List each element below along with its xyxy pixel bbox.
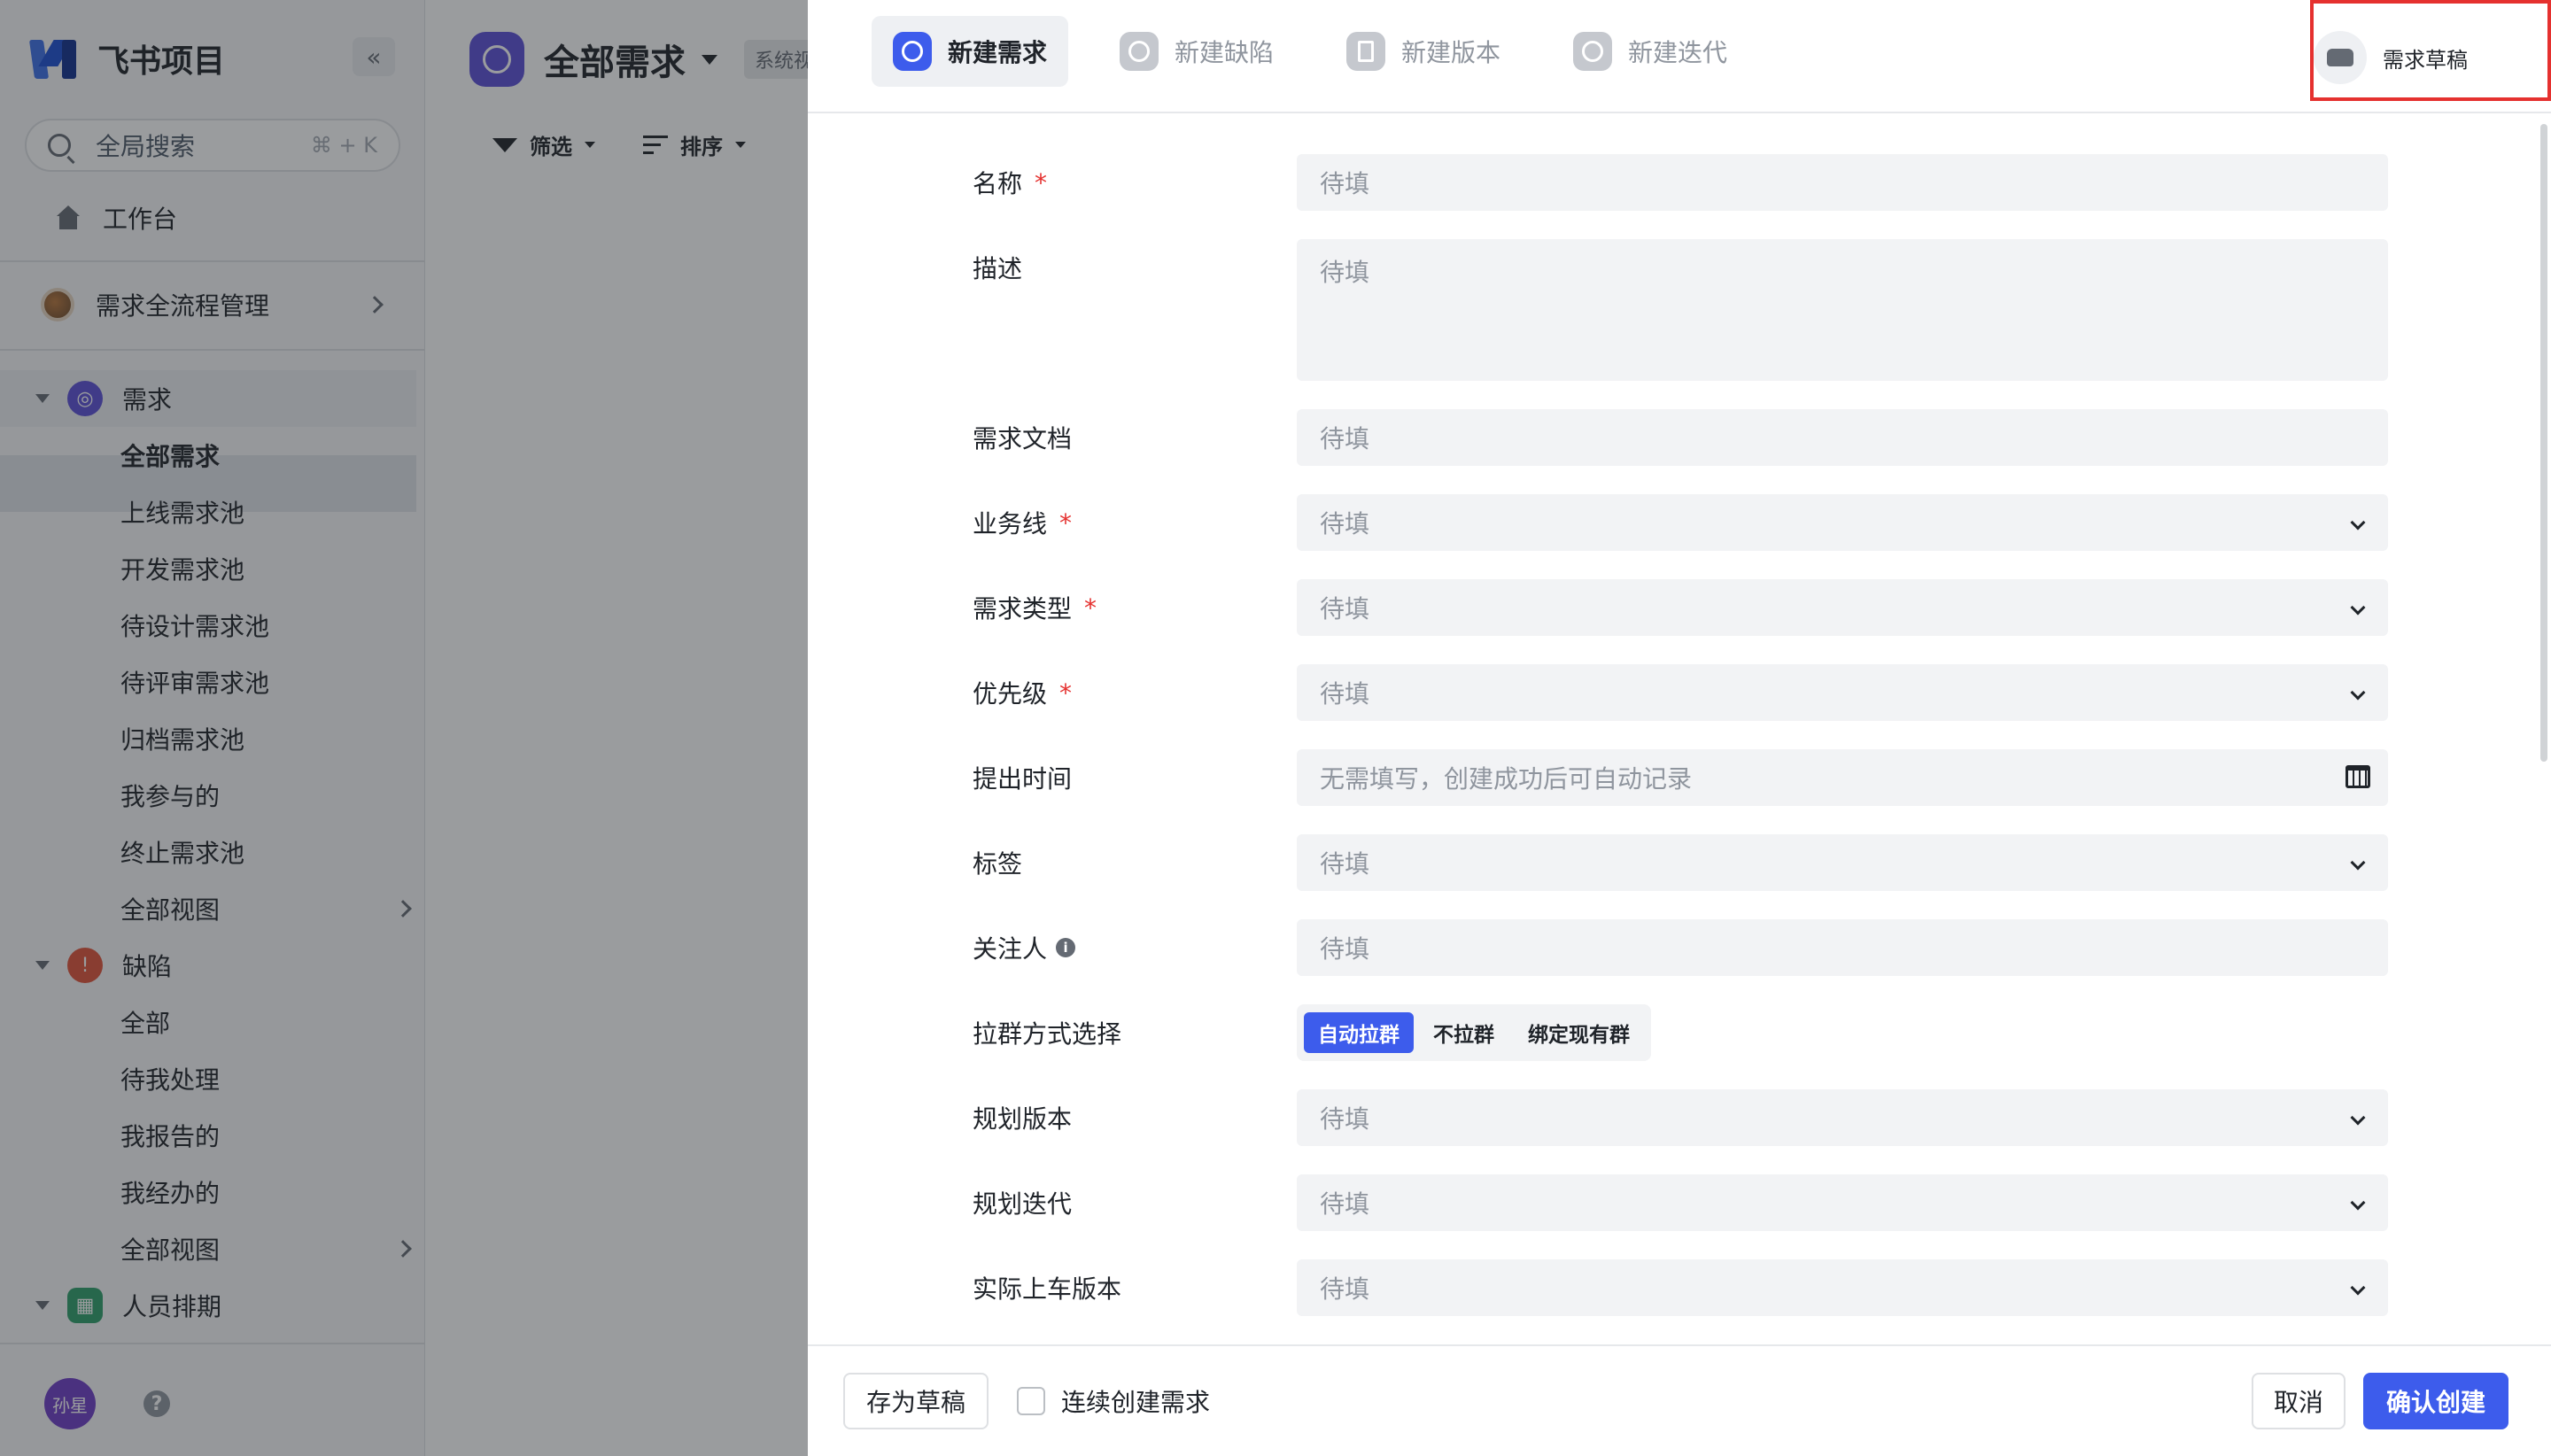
placeholder: 待填: [1320, 594, 1370, 623]
label-group-mode: 拉群方式选择: [973, 1004, 1121, 1061]
label-text: 规划版本: [973, 1104, 1073, 1134]
placeholder: 无需填写，创建成功后可自动记录: [1320, 764, 1693, 794]
placeholder: 待填: [1320, 1189, 1370, 1219]
tab-new-version[interactable]: 新建版本: [1325, 16, 1522, 87]
placeholder: 待填: [1320, 1274, 1370, 1304]
label-plan-version: 规划版本: [973, 1089, 1072, 1146]
label-text: 关注人: [973, 934, 1048, 964]
description-textarea[interactable]: 待填: [1297, 239, 2388, 381]
requirement-icon: [893, 32, 932, 71]
chevron-down-icon: [2350, 600, 2366, 616]
checkbox[interactable]: [1017, 1387, 1045, 1415]
continue-create-checkbox[interactable]: 连续创建需求: [1017, 1373, 1210, 1429]
business-line-select[interactable]: 待填: [1297, 494, 2388, 551]
actual-version-select[interactable]: 待填: [1297, 1259, 2388, 1316]
placeholder: 待填: [1320, 1104, 1370, 1134]
cancel-button[interactable]: 取消: [2252, 1373, 2346, 1429]
continue-create-label: 连续创建需求: [1061, 1388, 1211, 1417]
required-mark: *: [1084, 592, 1097, 623]
label-text: 标签: [973, 849, 1023, 879]
followers-input[interactable]: 待填: [1297, 919, 2388, 976]
tab-label: 新建缺陷: [1175, 38, 1275, 67]
version-bookmark-icon: [1346, 32, 1385, 71]
doc-input[interactable]: 待填: [1297, 409, 2388, 466]
label-doc: 需求文档: [973, 409, 1072, 466]
defect-icon: [1120, 32, 1159, 71]
save-draft-button[interactable]: 存为草稿: [843, 1373, 989, 1429]
create-drawer: 新建需求 新建缺陷 新建版本 新建迭代 需求草稿 名称 * 待填 描述 待填 需…: [808, 0, 2551, 1456]
label-business-line: 业务线 *: [973, 494, 1072, 551]
chevron-down-icon: [2350, 685, 2366, 701]
placeholder: 待填: [1320, 509, 1370, 538]
label-priority: 优先级 *: [973, 664, 1072, 721]
label-text: 需求类型: [973, 594, 1073, 623]
req-type-select[interactable]: 待填: [1297, 579, 2388, 636]
iteration-icon: [1573, 32, 1612, 71]
required-mark: *: [1059, 678, 1073, 708]
calendar-icon: [2346, 765, 2370, 788]
group-mode-none[interactable]: 不拉群: [1419, 1012, 1508, 1053]
placeholder: 待填: [1320, 424, 1370, 453]
priority-select[interactable]: 待填: [1297, 664, 2388, 721]
label-text: 名称: [973, 169, 1023, 198]
placeholder: 待填: [1320, 169, 1370, 198]
submit-time-datepicker[interactable]: 无需填写，创建成功后可自动记录: [1297, 749, 2388, 806]
tab-label: 新建需求: [948, 38, 1048, 67]
tags-select[interactable]: 待填: [1297, 834, 2388, 891]
scrollbar[interactable]: [2540, 124, 2547, 762]
tab-new-iteration[interactable]: 新建迭代: [1552, 16, 1748, 87]
group-mode-auto[interactable]: 自动拉群: [1304, 1012, 1414, 1053]
tab-new-defect[interactable]: 新建缺陷: [1098, 16, 1295, 87]
chevron-down-icon: [2350, 515, 2366, 531]
confirm-create-button[interactable]: 确认创建: [2363, 1373, 2508, 1429]
label-name: 名称 *: [973, 154, 1047, 211]
label-plan-iteration: 规划迭代: [973, 1174, 1072, 1231]
chevron-down-icon: [2350, 1280, 2366, 1296]
label-text: 优先级: [973, 679, 1048, 709]
required-mark: *: [1035, 167, 1048, 197]
label-text: 需求文档: [973, 424, 1073, 453]
chevron-down-icon: [2350, 855, 2366, 871]
label-req-type: 需求类型 *: [973, 579, 1097, 636]
label-text: 拉群方式选择: [973, 1019, 1122, 1049]
name-input[interactable]: 待填: [1297, 154, 2388, 211]
label-text: 提出时间: [973, 764, 1073, 794]
label-text: 实际上车版本: [973, 1274, 1122, 1304]
drawer-header: 新建需求 新建缺陷 新建版本 新建迭代 需求草稿: [808, 0, 2551, 113]
info-icon[interactable]: i: [1056, 938, 1076, 957]
highlight-box: [2310, 0, 2551, 101]
group-mode-segmented: 自动拉群 不拉群 绑定现有群: [1297, 1004, 1651, 1061]
plan-version-select[interactable]: 待填: [1297, 1089, 2388, 1146]
tab-new-requirement[interactable]: 新建需求: [872, 16, 1069, 87]
tab-label: 新建迭代: [1628, 38, 1728, 67]
label-text: 规划迭代: [973, 1189, 1073, 1219]
tab-label: 新建版本: [1401, 38, 1501, 67]
placeholder: 待填: [1320, 934, 1370, 964]
drawer-footer: 存为草稿 连续创建需求 取消 确认创建: [808, 1344, 2551, 1456]
placeholder: 待填: [1320, 258, 1370, 287]
chevron-down-icon: [2350, 1110, 2366, 1126]
label-submit-time: 提出时间: [973, 749, 1072, 806]
label-followers: 关注人 i: [973, 919, 1076, 976]
group-mode-bind-existing[interactable]: 绑定现有群: [1514, 1012, 1644, 1053]
required-mark: *: [1059, 507, 1073, 538]
chevron-down-icon: [2350, 1195, 2366, 1211]
placeholder: 待填: [1320, 849, 1370, 879]
plan-iteration-select[interactable]: 待填: [1297, 1174, 2388, 1231]
label-actual-version: 实际上车版本: [973, 1259, 1121, 1316]
label-text: 业务线: [973, 509, 1048, 538]
modal-overlay[interactable]: [0, 0, 808, 1456]
placeholder: 待填: [1320, 679, 1370, 709]
label-tags: 标签: [973, 834, 1022, 891]
label-text: 描述: [973, 254, 1023, 283]
label-description: 描述: [973, 239, 1022, 296]
